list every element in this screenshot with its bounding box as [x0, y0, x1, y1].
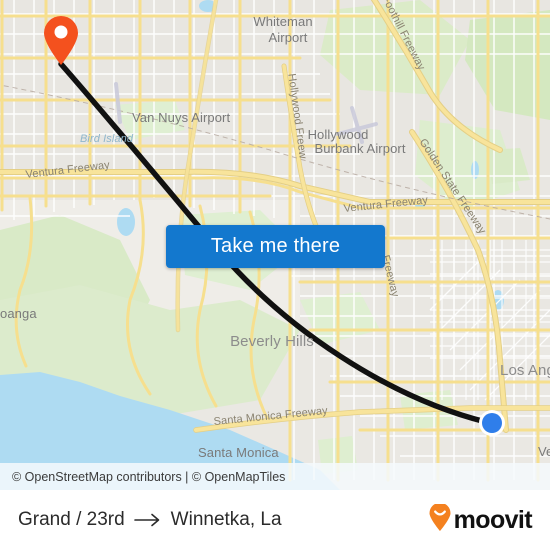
map-label: Whiteman	[253, 14, 312, 29]
map-label: Beverly Hills	[230, 333, 314, 350]
map-label: Santa Monica	[198, 445, 279, 460]
take-me-there-label: Take me there	[210, 235, 341, 257]
map-label: Bird Island	[80, 133, 134, 145]
trip-summary-bar: Grand / 23rd Winnetka, La moovit	[0, 490, 550, 550]
take-me-there-button[interactable]: Take me there	[166, 225, 385, 268]
trip-destination-label: Winnetka, La	[170, 509, 282, 530]
map-label: Ve	[538, 444, 550, 459]
moovit-trip-map-screen: Whiteman Airport Foothill Freeway Van Nu…	[0, 0, 550, 550]
map-label: Los Angé	[500, 362, 550, 379]
moovit-pin-icon	[428, 502, 452, 537]
map-label: Van Nuys Airport	[132, 110, 230, 125]
trip-origin-label: Grand / 23rd	[18, 509, 125, 530]
arrow-right-icon	[133, 513, 162, 527]
map-label: oanga	[0, 306, 37, 321]
moovit-logo[interactable]: moovit	[428, 502, 533, 537]
destination-dot-icon	[479, 410, 505, 436]
map-label: Hollywood	[308, 127, 369, 142]
map-attribution-text: © OpenStreetMap contributors | © OpenMap…	[12, 469, 286, 484]
trip-endpoints: Grand / 23rd Winnetka, La	[18, 509, 282, 531]
map-canvas[interactable]: Whiteman Airport Foothill Freeway Van Nu…	[0, 0, 550, 490]
map-label: Airport	[269, 30, 308, 45]
map-label: Burbank Airport	[314, 141, 405, 156]
map-attribution-bar: © OpenStreetMap contributors | © OpenMap…	[0, 463, 550, 490]
moovit-wordmark: moovit	[453, 505, 533, 534]
